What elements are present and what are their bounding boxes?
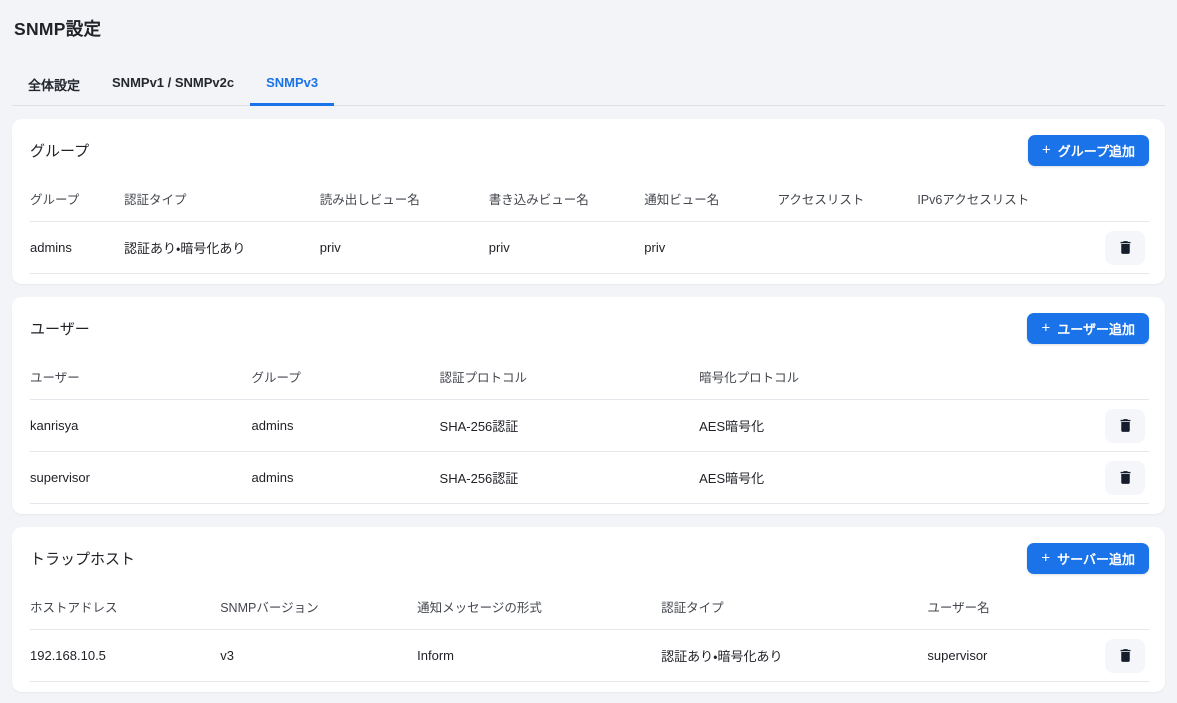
column-header: ホストアドレス (30, 582, 220, 630)
groups-card-header: グループ + グループ追加 (30, 135, 1149, 166)
table-row: admins認証あり・暗号化ありprivprivpriv (30, 222, 1149, 274)
plus-icon: + (1041, 321, 1050, 336)
table-cell: Inform (417, 630, 661, 682)
trap-hosts-table: ホストアドレスSNMPバージョン通知メッセージの形式認証タイプユーザー名192.… (30, 582, 1149, 682)
table-cell: kanrisya (30, 400, 252, 452)
delete-row-button[interactable] (1105, 409, 1145, 443)
header-row: ユーザーグループ認証プロトコル暗号化プロトコル (30, 352, 1149, 400)
column-header: 認証タイプ (661, 582, 927, 630)
column-header: ユーザー (30, 352, 252, 400)
delete-row-button[interactable] (1105, 231, 1145, 265)
column-header: SNMPバージョン (220, 582, 417, 630)
column-header: 認証タイプ (124, 174, 320, 222)
trash-icon (1117, 469, 1134, 486)
column-header: 通知ビュー名 (644, 174, 777, 222)
users-card-header: ユーザー + ユーザー追加 (30, 313, 1149, 344)
groups-card-title: グループ (30, 140, 89, 161)
table-cell: 認証あり・暗号化あり (661, 630, 927, 682)
tab-general-settings[interactable]: 全体設定 (12, 63, 96, 106)
users-card-title: ユーザー (30, 318, 90, 339)
tab-snmpv3[interactable]: SNMPv3 (250, 63, 334, 106)
snmp-settings-page: SNMP設定 全体設定 SNMPv1 / SNMPv2c SNMPv3 グループ… (0, 16, 1177, 692)
header-row: グループ認証タイプ読み出しビュー名書き込みビュー名通知ビュー名アクセスリストIP… (30, 174, 1149, 222)
groups-card: グループ + グループ追加 グループ認証タイプ読み出しビュー名書き込みビュー名通… (12, 119, 1165, 284)
table-cell: admins (252, 452, 440, 504)
table-cell: admins (252, 400, 440, 452)
page-title: SNMP設定 (14, 16, 1165, 41)
table-row: 192.168.10.5v3Inform認証あり・暗号化ありsupervisor (30, 630, 1149, 682)
plus-icon: + (1042, 143, 1051, 158)
actions-column-header (1094, 352, 1149, 400)
row-actions-cell (1094, 630, 1149, 682)
column-header: 通知メッセージの形式 (417, 582, 661, 630)
table-cell: supervisor (30, 452, 252, 504)
trap-hosts-card-title: トラップホスト (30, 548, 135, 569)
header-row: ホストアドレスSNMPバージョン通知メッセージの形式認証タイプユーザー名 (30, 582, 1149, 630)
column-header: ユーザー名 (927, 582, 1094, 630)
column-header: アクセスリスト (777, 174, 917, 222)
table-cell: supervisor (927, 630, 1094, 682)
table-cell: priv (320, 222, 489, 274)
row-actions-cell (1094, 222, 1149, 274)
users-table: ユーザーグループ認証プロトコル暗号化プロトコルkanrisyaadminsSHA… (30, 352, 1149, 504)
table-cell (917, 222, 1094, 274)
add-user-button[interactable]: + ユーザー追加 (1027, 313, 1149, 344)
trap-hosts-card-header: トラップホスト + サーバー追加 (30, 543, 1149, 574)
tab-snmpv1-v2c[interactable]: SNMPv1 / SNMPv2c (96, 63, 250, 106)
table-cell (777, 222, 917, 274)
tab-bar: 全体設定 SNMPv1 / SNMPv2c SNMPv3 (12, 63, 1165, 106)
table-cell: priv (644, 222, 777, 274)
column-header: 暗号化プロトコル (699, 352, 1094, 400)
trash-icon (1117, 647, 1134, 664)
delete-row-button[interactable] (1105, 639, 1145, 673)
column-header: グループ (30, 174, 124, 222)
table-row: supervisoradminsSHA-256認証AES暗号化 (30, 452, 1149, 504)
add-group-button-label: グループ追加 (1058, 141, 1135, 160)
column-header: グループ (252, 352, 440, 400)
column-header: 読み出しビュー名 (320, 174, 489, 222)
add-server-button[interactable]: + サーバー追加 (1027, 543, 1149, 574)
delete-row-button[interactable] (1105, 461, 1145, 495)
groups-table: グループ認証タイプ読み出しビュー名書き込みビュー名通知ビュー名アクセスリストIP… (30, 174, 1149, 274)
column-header: 書き込みビュー名 (489, 174, 645, 222)
add-user-button-label: ユーザー追加 (1057, 319, 1135, 338)
column-header: 認証プロトコル (440, 352, 700, 400)
row-actions-cell (1094, 452, 1149, 504)
column-header: IPv6アクセスリスト (917, 174, 1094, 222)
table-cell: priv (489, 222, 645, 274)
table-row: kanrisyaadminsSHA-256認証AES暗号化 (30, 400, 1149, 452)
actions-column-header (1094, 174, 1149, 222)
row-actions-cell (1094, 400, 1149, 452)
trap-hosts-card: トラップホスト + サーバー追加 ホストアドレスSNMPバージョン通知メッセージ… (12, 527, 1165, 692)
table-cell: v3 (220, 630, 417, 682)
plus-icon: + (1041, 551, 1050, 566)
users-card: ユーザー + ユーザー追加 ユーザーグループ認証プロトコル暗号化プロトコルkan… (12, 297, 1165, 514)
add-server-button-label: サーバー追加 (1057, 549, 1135, 568)
table-cell: admins (30, 222, 124, 274)
table-cell: AES暗号化 (699, 452, 1094, 504)
table-cell: AES暗号化 (699, 400, 1094, 452)
add-group-button[interactable]: + グループ追加 (1028, 135, 1149, 166)
table-cell: SHA-256認証 (440, 452, 700, 504)
table-cell: 認証あり・暗号化あり (124, 222, 320, 274)
table-cell: SHA-256認証 (440, 400, 700, 452)
trash-icon (1117, 239, 1134, 256)
table-cell: 192.168.10.5 (30, 630, 220, 682)
actions-column-header (1094, 582, 1149, 630)
trash-icon (1117, 417, 1134, 434)
